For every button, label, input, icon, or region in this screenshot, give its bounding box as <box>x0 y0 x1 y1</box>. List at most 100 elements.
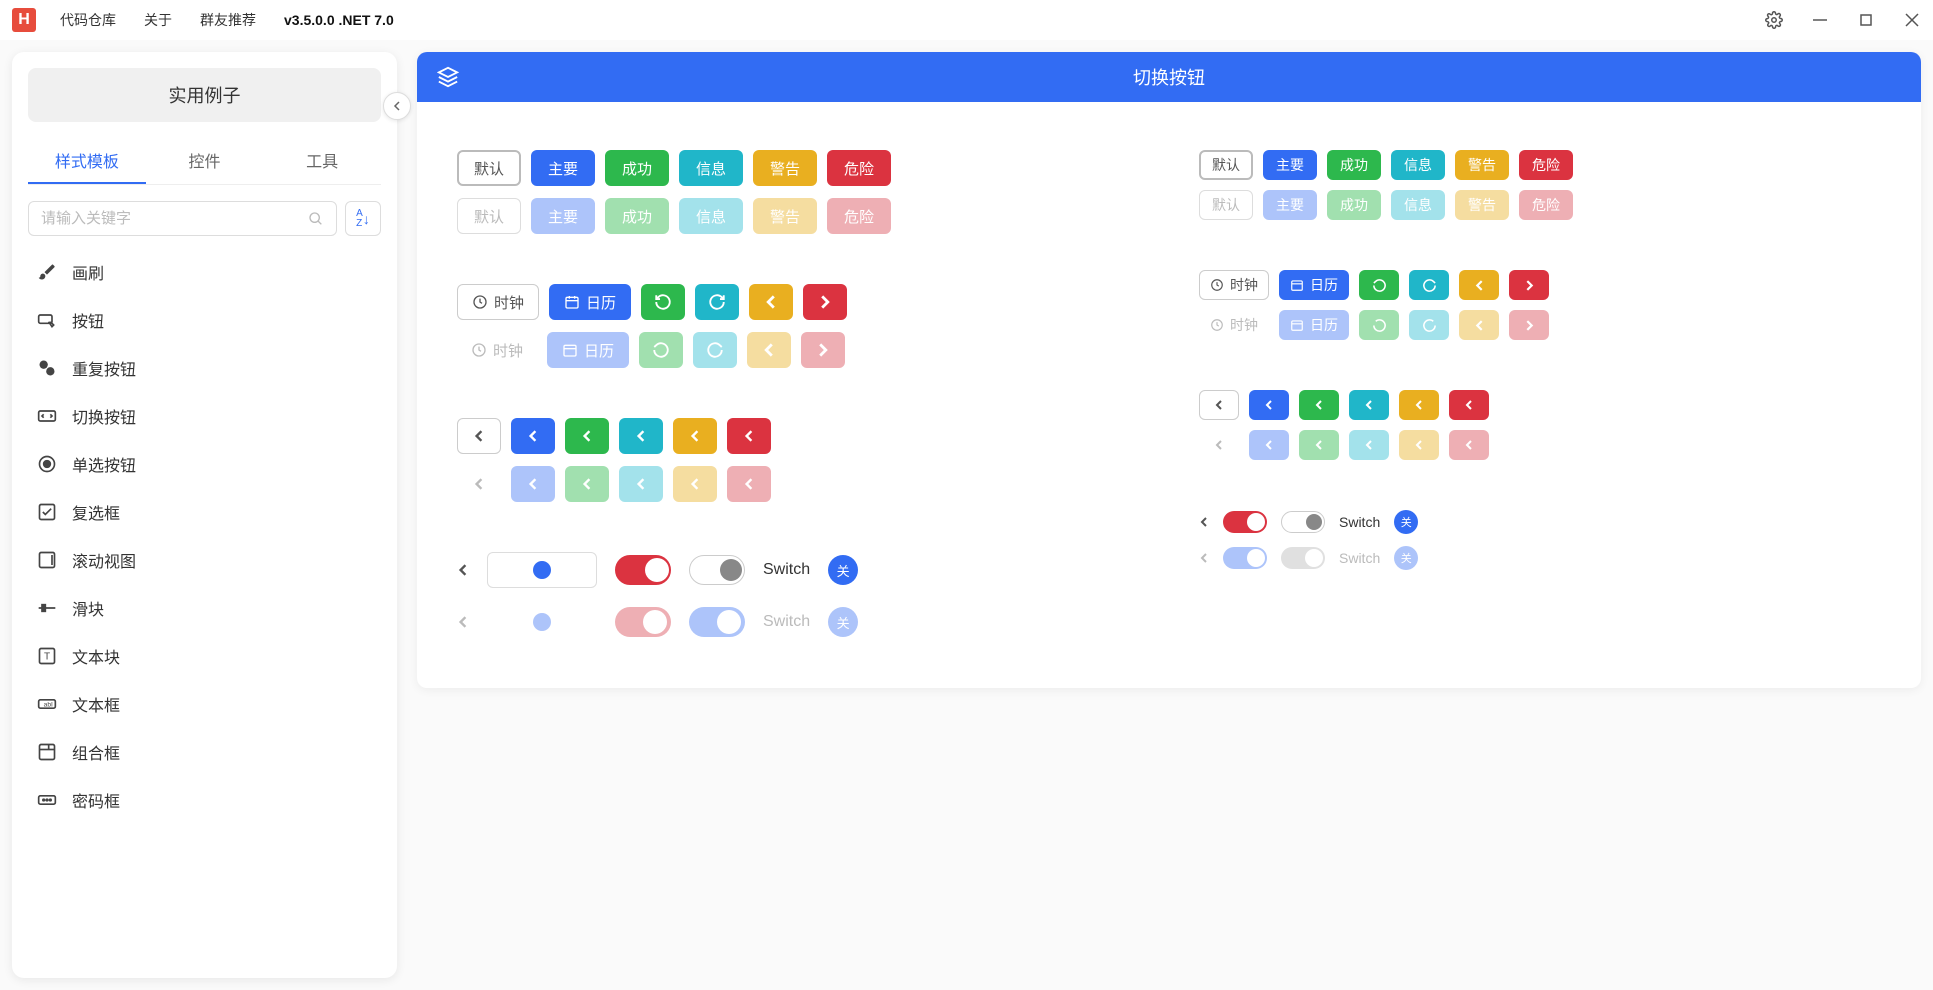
sq-sm-default[interactable] <box>1199 390 1239 420</box>
sq-sm-warning-disabled[interactable] <box>1399 430 1439 460</box>
nav-item-textblock[interactable]: T文本块 <box>28 632 381 680</box>
sq-warning[interactable] <box>673 418 717 454</box>
btn-sm-calendar[interactable]: 日历 <box>1279 270 1349 300</box>
btn-sm-danger[interactable]: 危险 <box>1519 150 1573 180</box>
btn-sm-default[interactable]: 默认 <box>1199 150 1253 180</box>
btn-sm-refresh-ccw-disabled[interactable] <box>1359 310 1399 340</box>
sq-sm-primary-disabled[interactable] <box>1249 430 1289 460</box>
sort-button[interactable]: AZ↓ <box>345 201 381 236</box>
nav-item-toggle-button[interactable]: 切换按钮 <box>28 392 381 440</box>
nav-item-repeat-button[interactable]: 重复按钮 <box>28 344 381 392</box>
btn-sm-warning-disabled[interactable]: 警告 <box>1455 190 1509 220</box>
maximize-button[interactable] <box>1857 11 1875 29</box>
btn-clock-disabled[interactable]: 时钟 <box>457 332 537 368</box>
sq-info-disabled[interactable] <box>619 466 663 502</box>
switch-red-on-disabled[interactable] <box>615 607 671 637</box>
switch-sm-red[interactable] <box>1223 511 1267 533</box>
btn-sm-danger-disabled[interactable]: 危险 <box>1519 190 1573 220</box>
sq-sm-info[interactable] <box>1349 390 1389 420</box>
nav-item-passwordbox[interactable]: 密码框 <box>28 776 381 824</box>
badge-sm-close[interactable]: 关 <box>1394 510 1418 534</box>
btn-sm-info-disabled[interactable]: 信息 <box>1391 190 1445 220</box>
close-button[interactable] <box>1903 11 1921 29</box>
sq-sm-success-disabled[interactable] <box>1299 430 1339 460</box>
sq-success-disabled[interactable] <box>565 466 609 502</box>
sq-info[interactable] <box>619 418 663 454</box>
btn-refresh-ccw-disabled[interactable] <box>639 332 683 368</box>
search-input[interactable] <box>41 210 308 227</box>
switch-sm-off-disabled[interactable] <box>1281 547 1325 569</box>
btn-sm-primary[interactable]: 主要 <box>1263 150 1317 180</box>
sq-sm-danger-disabled[interactable] <box>1449 430 1489 460</box>
btn-primary-disabled[interactable]: 主要 <box>531 198 595 234</box>
nav-item-checkbox[interactable]: 复选框 <box>28 488 381 536</box>
sq-success[interactable] <box>565 418 609 454</box>
btn-sm-success-disabled[interactable]: 成功 <box>1327 190 1381 220</box>
btn-sm-chevron-right[interactable] <box>1509 270 1549 300</box>
btn-sm-default-disabled[interactable]: 默认 <box>1199 190 1253 220</box>
tab-controls[interactable]: 控件 <box>146 138 264 184</box>
sq-default-disabled[interactable] <box>457 466 501 502</box>
btn-chevron-right-disabled[interactable] <box>801 332 845 368</box>
settings-icon[interactable] <box>1765 11 1783 29</box>
btn-chevron-right[interactable] <box>803 284 847 320</box>
btn-sm-clock[interactable]: 时钟 <box>1199 270 1269 300</box>
menu-repo[interactable]: 代码仓库 <box>60 10 116 30</box>
btn-sm-refresh-ccw[interactable] <box>1359 270 1399 300</box>
btn-calendar-disabled[interactable]: 日历 <box>547 332 629 368</box>
nav-item-slider[interactable]: 滑块 <box>28 584 381 632</box>
sq-primary[interactable] <box>511 418 555 454</box>
btn-sm-chevron-left-disabled[interactable] <box>1459 310 1499 340</box>
btn-calendar[interactable]: 日历 <box>549 284 631 320</box>
switch-box-blue-disabled[interactable] <box>487 604 597 640</box>
btn-sm-refresh-cw[interactable] <box>1409 270 1449 300</box>
nav-item-brush[interactable]: 画刷 <box>28 248 381 296</box>
switch-off-disabled[interactable] <box>689 607 745 637</box>
sq-sm-info-disabled[interactable] <box>1349 430 1389 460</box>
btn-warning[interactable]: 警告 <box>753 150 817 186</box>
btn-refresh-cw-disabled[interactable] <box>693 332 737 368</box>
sq-warning-disabled[interactable] <box>673 466 717 502</box>
btn-success[interactable]: 成功 <box>605 150 669 186</box>
btn-default[interactable]: 默认 <box>457 150 521 186</box>
btn-success-disabled[interactable]: 成功 <box>605 198 669 234</box>
nav-item-button[interactable]: 按钮 <box>28 296 381 344</box>
btn-sm-refresh-cw-disabled[interactable] <box>1409 310 1449 340</box>
menu-about[interactable]: 关于 <box>144 10 172 30</box>
switch-off[interactable] <box>689 555 745 585</box>
btn-info[interactable]: 信息 <box>679 150 743 186</box>
tab-tools[interactable]: 工具 <box>263 138 381 184</box>
search-box[interactable] <box>28 201 337 236</box>
btn-refresh-ccw[interactable] <box>641 284 685 320</box>
sq-sm-default-disabled[interactable] <box>1199 430 1239 460</box>
btn-sm-calendar-disabled[interactable]: 日历 <box>1279 310 1349 340</box>
sq-sm-danger[interactable] <box>1449 390 1489 420</box>
sq-sm-warning[interactable] <box>1399 390 1439 420</box>
sq-default[interactable] <box>457 418 501 454</box>
btn-danger[interactable]: 危险 <box>827 150 891 186</box>
sq-primary-disabled[interactable] <box>511 466 555 502</box>
nav-item-scrollview[interactable]: 滚动视图 <box>28 536 381 584</box>
sidebar-collapse-button[interactable] <box>383 92 411 120</box>
btn-clock[interactable]: 时钟 <box>457 284 539 320</box>
btn-chevron-left[interactable] <box>749 284 793 320</box>
sq-sm-success[interactable] <box>1299 390 1339 420</box>
switch-sm-blue-disabled[interactable] <box>1223 547 1267 569</box>
minimize-button[interactable] <box>1811 11 1829 29</box>
btn-chevron-left-disabled[interactable] <box>747 332 791 368</box>
sq-danger[interactable] <box>727 418 771 454</box>
btn-sm-chevron-left[interactable] <box>1459 270 1499 300</box>
btn-warning-disabled[interactable]: 警告 <box>753 198 817 234</box>
btn-sm-primary-disabled[interactable]: 主要 <box>1263 190 1317 220</box>
tab-style-template[interactable]: 样式模板 <box>28 138 146 184</box>
btn-primary[interactable]: 主要 <box>531 150 595 186</box>
switch-box-blue[interactable] <box>487 552 597 588</box>
switch-sm-off[interactable] <box>1281 511 1325 533</box>
btn-default-disabled[interactable]: 默认 <box>457 198 521 234</box>
btn-info-disabled[interactable]: 信息 <box>679 198 743 234</box>
menu-recommend[interactable]: 群友推荐 <box>200 10 256 30</box>
btn-sm-warning[interactable]: 警告 <box>1455 150 1509 180</box>
sq-sm-primary[interactable] <box>1249 390 1289 420</box>
switch-red-on[interactable] <box>615 555 671 585</box>
badge-close-disabled[interactable]: 关 <box>828 607 858 637</box>
